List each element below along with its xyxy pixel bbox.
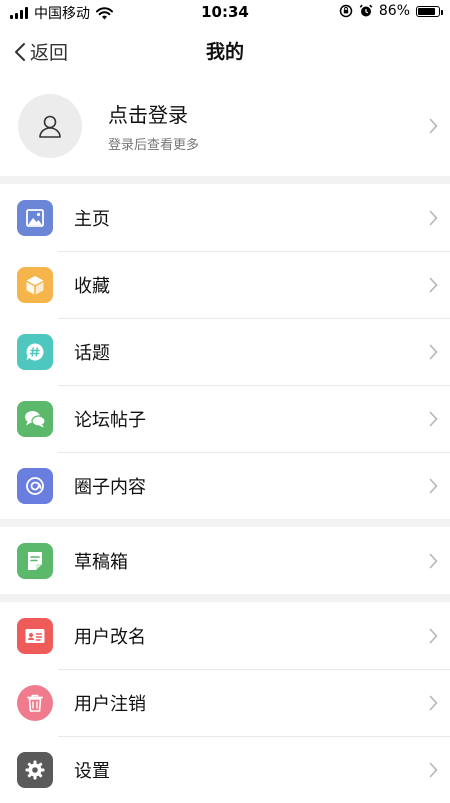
menu-item-forum-posts[interactable]: 论坛帖子 bbox=[0, 385, 450, 452]
menu-item-deactivate[interactable]: 用户注销 bbox=[0, 669, 450, 736]
trash-icon bbox=[27, 694, 43, 712]
battery-percent: 86% bbox=[378, 3, 410, 19]
hashtag-chat-icon bbox=[26, 342, 44, 360]
box-icon bbox=[26, 275, 44, 294]
battery-icon bbox=[416, 5, 443, 17]
menu-item-label: 用户改名 bbox=[74, 626, 146, 648]
user-icon bbox=[39, 115, 61, 138]
login-subtitle: 登录后查看更多 bbox=[108, 138, 200, 153]
login-title: 点击登录 bbox=[108, 103, 188, 127]
id-card-icon bbox=[25, 628, 45, 643]
menu-item-rename[interactable]: 用户改名 bbox=[0, 602, 450, 669]
drafts-icon-tile bbox=[17, 542, 53, 579]
circle-icon-tile bbox=[17, 467, 53, 504]
login-profile-row[interactable]: 点击登录 登录后查看更多 bbox=[0, 76, 450, 176]
chevron-right-icon bbox=[429, 628, 438, 643]
home-icon-tile bbox=[17, 199, 53, 236]
circle-swirl-icon bbox=[26, 476, 44, 495]
chevron-right-icon bbox=[429, 118, 438, 134]
settings-icon-tile bbox=[17, 751, 53, 788]
deactivate-icon-tile bbox=[17, 684, 53, 721]
divider bbox=[58, 251, 450, 252]
rename-icon-tile bbox=[17, 617, 53, 654]
menu-item-topics[interactable]: 话题 bbox=[0, 318, 450, 385]
section-divider bbox=[0, 519, 450, 527]
menu-item-circle-content[interactable]: 圈子内容 bbox=[0, 452, 450, 519]
divider bbox=[58, 385, 450, 386]
divider bbox=[58, 452, 450, 453]
menu-item-label: 用户注销 bbox=[74, 693, 146, 715]
chevron-right-icon bbox=[429, 277, 438, 292]
menu-group-account: 用户改名 用户注销 设置 bbox=[0, 602, 450, 803]
menu-item-settings[interactable]: 设置 bbox=[0, 736, 450, 803]
topics-icon-tile bbox=[17, 333, 53, 370]
menu-item-label: 主页 bbox=[74, 208, 110, 230]
status-bar: 中国移动 10:34 86% bbox=[0, 0, 450, 24]
menu-item-favorites[interactable]: 收藏 bbox=[0, 251, 450, 318]
chevron-right-icon bbox=[429, 344, 438, 359]
menu-item-label: 圈子内容 bbox=[74, 476, 146, 498]
menu-item-label: 论坛帖子 bbox=[74, 409, 146, 431]
divider bbox=[58, 318, 450, 319]
menu-item-label: 设置 bbox=[74, 760, 110, 782]
forum-icon-tile bbox=[17, 400, 53, 437]
menu-group-main: 主页 收藏 话题 论坛帖子 圈子内容 bbox=[0, 184, 450, 519]
menu-item-drafts[interactable]: 草稿箱 bbox=[0, 527, 450, 594]
image-icon bbox=[26, 208, 44, 227]
chevron-right-icon bbox=[429, 478, 438, 493]
chevron-right-icon bbox=[429, 210, 438, 225]
divider bbox=[58, 736, 450, 737]
divider bbox=[58, 669, 450, 670]
status-right: 86% bbox=[339, 3, 443, 19]
chevron-right-icon bbox=[429, 762, 438, 777]
chevron-right-icon bbox=[429, 695, 438, 710]
menu-item-label: 草稿箱 bbox=[74, 551, 128, 573]
alarm-icon bbox=[359, 4, 373, 17]
chevron-right-icon bbox=[429, 411, 438, 426]
chat-bubbles-icon bbox=[25, 410, 46, 427]
page-title: 我的 bbox=[205, 41, 244, 63]
rotation-lock-icon bbox=[339, 4, 353, 18]
menu-item-home[interactable]: 主页 bbox=[0, 184, 450, 251]
menu-item-label: 话题 bbox=[74, 342, 110, 364]
document-icon bbox=[28, 551, 42, 570]
section-divider bbox=[0, 176, 450, 184]
chevron-right-icon bbox=[429, 553, 438, 568]
avatar bbox=[18, 94, 82, 158]
menu-group-drafts: 草稿箱 bbox=[0, 527, 450, 594]
profile-text: 点击登录 登录后查看更多 bbox=[108, 99, 199, 153]
gear-icon bbox=[25, 760, 45, 779]
nav-bar: 返回 我的 bbox=[0, 24, 450, 76]
menu-item-label: 收藏 bbox=[74, 275, 110, 297]
section-divider bbox=[0, 594, 450, 602]
favorites-icon-tile bbox=[17, 266, 53, 303]
